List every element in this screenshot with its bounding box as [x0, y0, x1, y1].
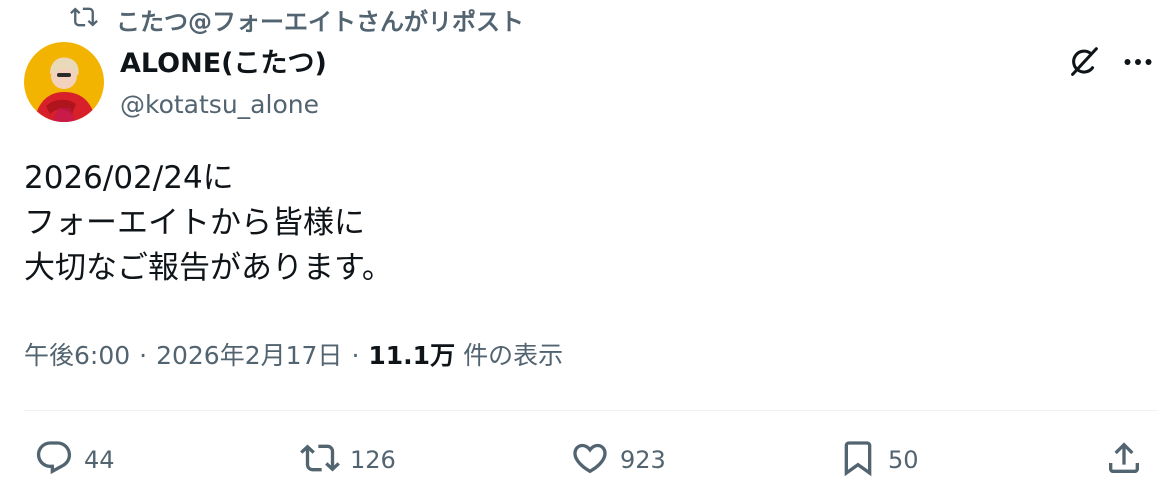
- tweet-date[interactable]: 2026年2月17日: [156, 336, 342, 376]
- divider: [24, 410, 1158, 411]
- like-button[interactable]: 923: [570, 438, 666, 482]
- meta-separator: ·: [139, 341, 148, 370]
- repost-indicator[interactable]: こたつ@フォーエイトさんがリポスト: [70, 2, 524, 36]
- share-icon: [1104, 438, 1144, 482]
- bookmark-icon: [838, 438, 878, 482]
- tweet-text: 2026/02/24に フォーエイトから皆様に 大切なご報告があります。: [24, 156, 393, 291]
- repost-label[interactable]: こたつ@フォーエイトさんがリポスト: [116, 2, 524, 37]
- bookmark-button[interactable]: 50: [838, 438, 919, 482]
- reply-icon: [34, 438, 74, 482]
- share-button[interactable]: [1104, 438, 1144, 482]
- more-icon: [1120, 44, 1156, 84]
- grok-icon: [1065, 43, 1103, 85]
- bookmark-count: 50: [888, 446, 919, 474]
- tweet-line: フォーエイトから皆様に: [24, 205, 365, 241]
- more-button[interactable]: [1116, 42, 1160, 86]
- retweet-button[interactable]: 126: [300, 438, 396, 482]
- views-label[interactable]: 件の表示: [463, 336, 563, 376]
- retweet-icon: [300, 438, 340, 482]
- user-handle[interactable]: @kotatsu_alone: [120, 86, 319, 124]
- tweet-line: 2026/02/24に: [24, 160, 234, 196]
- like-count: 923: [620, 446, 666, 474]
- tweet-meta: 午後6:00 · 2026年2月17日 · 11.1万 件の表示: [24, 336, 563, 376]
- tweet-time[interactable]: 午後6:00: [24, 336, 130, 376]
- retweet-count: 126: [350, 446, 396, 474]
- meta-separator: ·: [351, 341, 360, 370]
- views-count[interactable]: 11.1万: [368, 336, 455, 376]
- heart-icon: [570, 438, 610, 482]
- retweet-icon: [70, 3, 98, 35]
- grok-button[interactable]: [1062, 42, 1106, 86]
- display-name[interactable]: ALONE(こたつ): [120, 44, 327, 84]
- avatar[interactable]: [24, 42, 104, 122]
- reply-button[interactable]: 44: [34, 438, 115, 482]
- reply-count: 44: [84, 446, 115, 474]
- tweet-line: 大切なご報告があります。: [24, 250, 393, 286]
